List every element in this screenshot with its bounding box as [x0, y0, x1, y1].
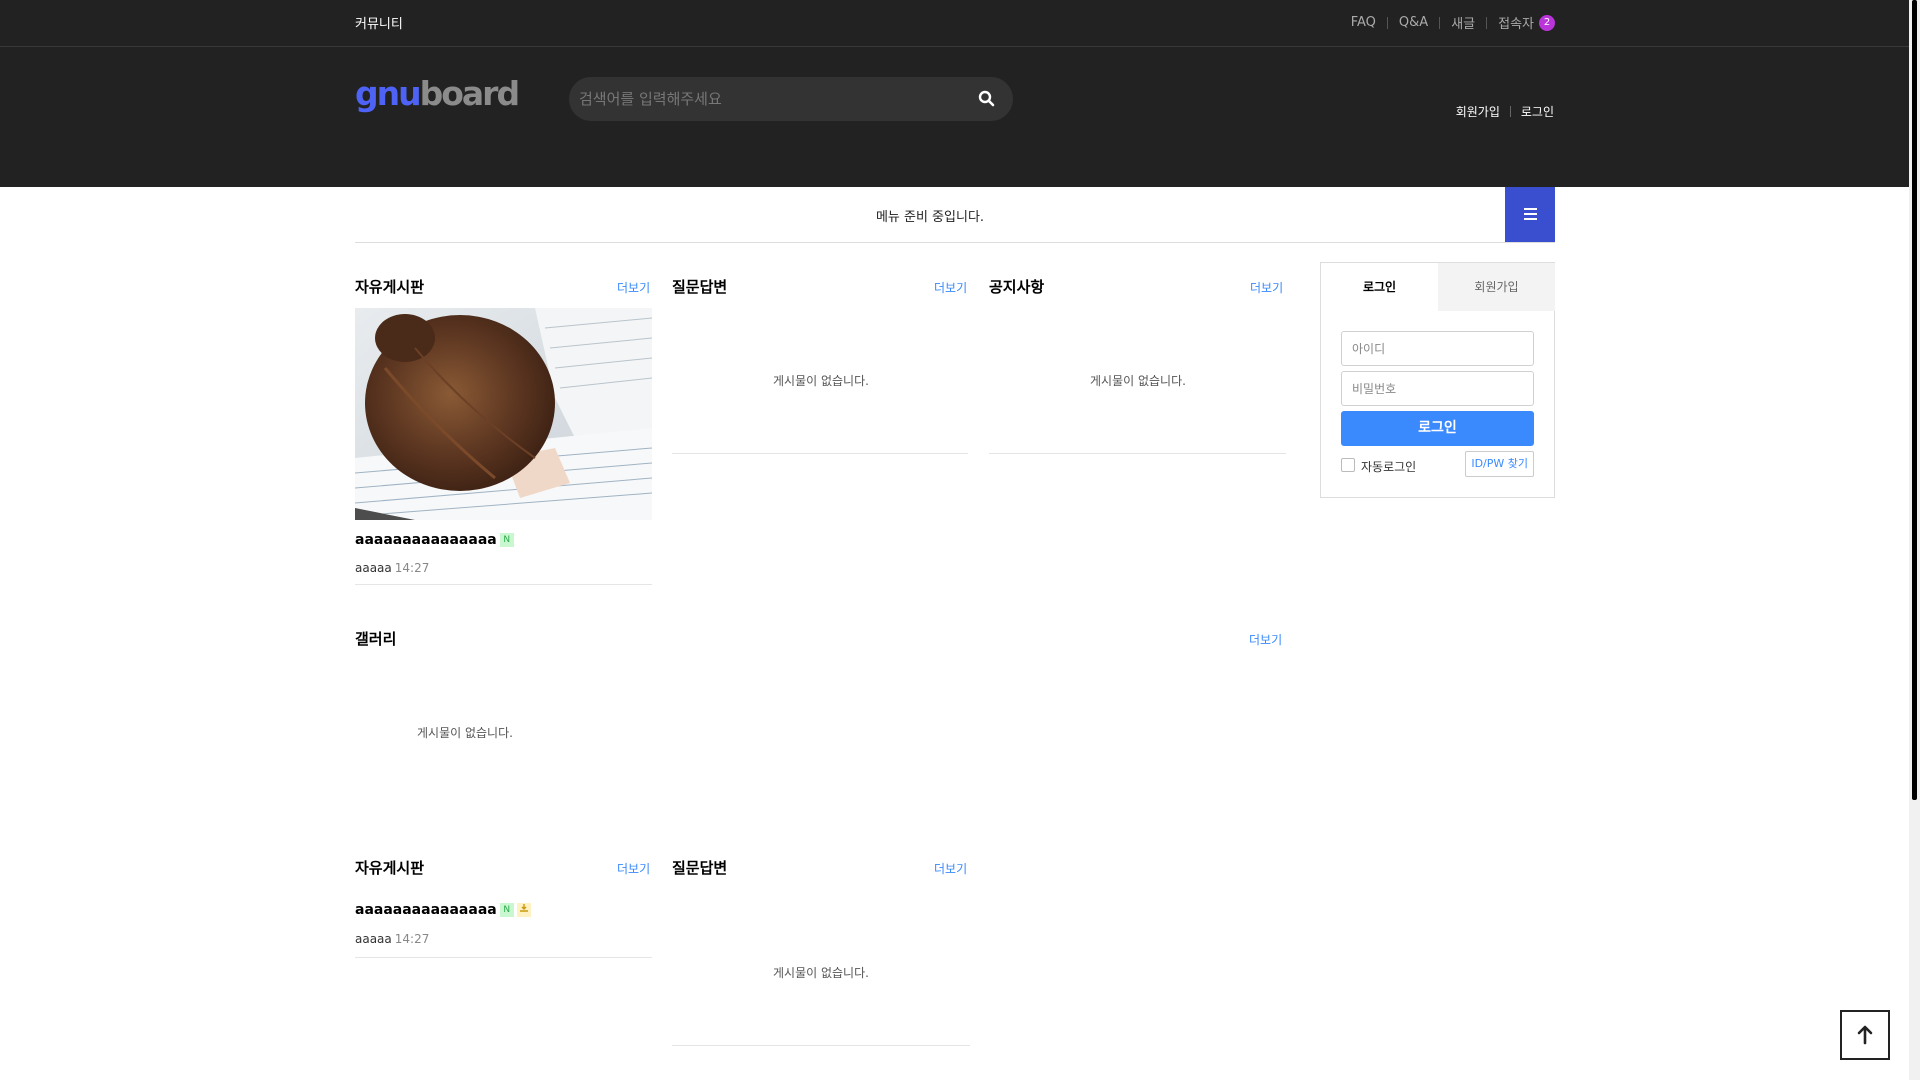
- tab-join[interactable]: 회원가입: [1438, 263, 1555, 311]
- login-button[interactable]: 로그인: [1341, 411, 1534, 446]
- visitor-count-badge: 2: [1539, 14, 1555, 31]
- member-links: 회원가입 로그인: [1456, 103, 1554, 120]
- file-icon: [516, 903, 531, 917]
- post-time: 14:27: [394, 932, 430, 946]
- scrollbar-thumb[interactable]: [1912, 0, 1917, 800]
- main-nav: 메뉴 준비 중입니다.: [355, 187, 1555, 243]
- free-board-title[interactable]: 자유게시판: [355, 276, 424, 297]
- free-board-more-link[interactable]: 더보기: [617, 279, 650, 296]
- gallery-title[interactable]: 갤러리: [355, 628, 396, 649]
- search-bar: [569, 77, 1013, 121]
- divider: [1509, 106, 1511, 117]
- empty-message: 게시물이 없습니다.: [1090, 374, 1186, 388]
- hamburger-icon[interactable]: [1505, 187, 1555, 242]
- post-meta: aaaaa 14:27: [355, 932, 429, 946]
- visitors-link[interactable]: 접속자 2: [1498, 13, 1555, 32]
- logo[interactable]: gnuboard: [355, 74, 520, 113]
- qa-more-link[interactable]: 더보기: [934, 279, 967, 296]
- scroll-to-top-button[interactable]: [1840, 1010, 1890, 1060]
- qa-link[interactable]: Q&A: [1399, 15, 1428, 30]
- top-links: FAQ Q&A 새글 접속자 2: [1351, 13, 1555, 32]
- search-input[interactable]: [579, 77, 949, 121]
- empty-message: 게시물이 없습니다.: [417, 726, 513, 740]
- post-meta: aaaaa 14:27: [355, 561, 429, 575]
- logo-part-gnu: gnu: [355, 74, 422, 113]
- divider: [672, 1045, 970, 1046]
- divider: [672, 453, 968, 454]
- top-bar: 커뮤니티 FAQ Q&A 새글 접속자 2: [0, 0, 1909, 47]
- post-author[interactable]: aaaaa: [355, 561, 392, 575]
- divider: [355, 957, 652, 958]
- post-title: aaaaaaaaaaaaaaa: [355, 532, 497, 548]
- join-link[interactable]: 회원가입: [1456, 103, 1500, 120]
- divider: [1386, 16, 1388, 29]
- notice-title[interactable]: 공지사항: [989, 276, 1044, 297]
- id-input[interactable]: [1341, 331, 1534, 366]
- notice-more-link[interactable]: 더보기: [1250, 279, 1283, 296]
- faq-link[interactable]: FAQ: [1351, 15, 1376, 30]
- scrollbar[interactable]: [1909, 0, 1920, 1080]
- new-badge: N: [499, 903, 514, 917]
- post-author[interactable]: aaaaa: [355, 932, 392, 946]
- logo-part-board: board: [419, 74, 520, 113]
- post-time: 14:27: [394, 561, 430, 575]
- arrow-up-icon: [1857, 1025, 1873, 1045]
- header: gnuboard 회원가입 로그인: [0, 47, 1909, 187]
- site-name[interactable]: 커뮤니티: [355, 13, 403, 32]
- auto-login-label[interactable]: 자동로그인: [1361, 458, 1416, 475]
- empty-message: 게시물이 없습니다.: [773, 374, 869, 388]
- free-board-title[interactable]: 자유게시판: [355, 857, 424, 878]
- tab-login[interactable]: 로그인: [1321, 263, 1438, 311]
- post-title-link[interactable]: aaaaaaaaaaaaaaa N: [355, 532, 514, 548]
- empty-message: 게시물이 없습니다.: [773, 966, 869, 980]
- new-posts-link[interactable]: 새글: [1451, 13, 1475, 32]
- free-board-more-link[interactable]: 더보기: [617, 860, 650, 877]
- new-badge: N: [499, 533, 514, 547]
- login-box: 로그인 회원가입 로그인 자동로그인 ID/PW 찾기: [1320, 262, 1555, 498]
- menu-preparing-message: 메뉴 준비 중입니다.: [875, 210, 985, 225]
- qa-more-link[interactable]: 더보기: [934, 860, 967, 877]
- login-link[interactable]: 로그인: [1521, 103, 1554, 120]
- divider: [355, 584, 652, 585]
- auto-login-checkbox[interactable]: [1341, 458, 1355, 472]
- password-input[interactable]: [1341, 371, 1534, 406]
- post-title: aaaaaaaaaaaaaaa: [355, 902, 497, 918]
- divider: [1439, 16, 1441, 29]
- visitors-label: 접속자: [1498, 17, 1534, 32]
- gallery-more-link[interactable]: 더보기: [1249, 631, 1282, 648]
- post-title-link[interactable]: aaaaaaaaaaaaaaa N: [355, 902, 531, 918]
- find-id-pw-button[interactable]: ID/PW 찾기: [1465, 451, 1534, 477]
- divider: [989, 453, 1286, 454]
- post-thumbnail[interactable]: [355, 308, 652, 520]
- qa-title[interactable]: 질문답변: [672, 857, 727, 878]
- search-icon[interactable]: [977, 89, 997, 109]
- qa-title[interactable]: 질문답변: [672, 276, 727, 297]
- divider: [1486, 16, 1488, 29]
